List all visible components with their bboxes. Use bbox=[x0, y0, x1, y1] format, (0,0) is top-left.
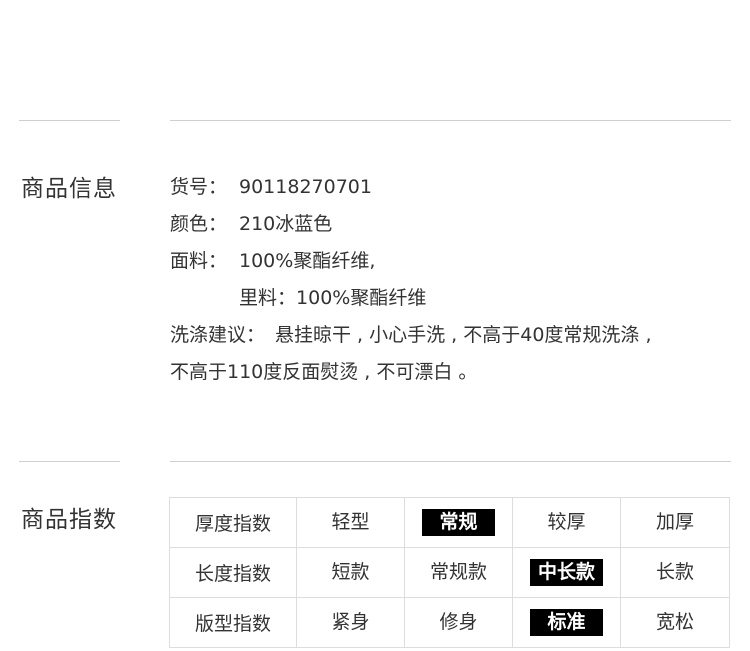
sku-row: 货号： 90118270701 bbox=[170, 170, 652, 207]
fabric-row: 面料： 100%聚酯纤维, bbox=[170, 244, 652, 281]
fabric-value: 100%聚酯纤维, bbox=[239, 250, 376, 272]
sku-value: 90118270701 bbox=[239, 176, 372, 198]
length-option-regular: 常规款 bbox=[404, 547, 513, 598]
length-option-long: 长款 bbox=[620, 547, 730, 598]
selected-badge: 常规 bbox=[422, 509, 495, 536]
divider-right-middle bbox=[170, 461, 731, 462]
fit-option-slim: 修身 bbox=[404, 597, 513, 648]
thickness-option-thicker: 较厚 bbox=[512, 497, 621, 548]
fit-index-label: 版型指数 bbox=[169, 597, 297, 648]
selected-badge: 标准 bbox=[530, 609, 603, 636]
lining-label: 里料： bbox=[239, 287, 297, 309]
color-label: 颜色： bbox=[170, 213, 228, 235]
info-section-title: 商品信息 bbox=[21, 176, 117, 202]
divider-left-top bbox=[19, 120, 120, 121]
index-table: 厚度指数 轻型 常规 较厚 加厚 长度指数 短款 常规款 中长款 长款 版型指数… bbox=[169, 497, 730, 648]
care-label: 洗涤建议： bbox=[170, 324, 266, 346]
fabric-label: 面料： bbox=[170, 250, 228, 272]
sku-label: 货号： bbox=[170, 176, 228, 198]
care-value-line-1: 悬挂晾干 , 小心手洗 , 不高于40度常规洗涤 , bbox=[275, 324, 652, 346]
length-option-mid-long: 中长款 bbox=[512, 547, 621, 598]
length-index-row: 长度指数 短款 常规款 中长款 长款 bbox=[169, 547, 730, 598]
lining-row: 里料：100%聚酯纤维 bbox=[170, 281, 652, 318]
info-list: 货号： 90118270701 颜色： 210冰蓝色 面料： 100%聚酯纤维, 里料… bbox=[170, 170, 652, 392]
fit-option-loose: 宽松 bbox=[620, 597, 730, 648]
thickness-option-light: 轻型 bbox=[296, 497, 405, 548]
care-row-continued: 不高于110度反面熨烫 , 不可漂白 。 bbox=[170, 355, 652, 392]
length-option-short: 短款 bbox=[296, 547, 405, 598]
thickness-option-thick: 加厚 bbox=[620, 497, 730, 548]
index-section-title: 商品指数 bbox=[21, 507, 117, 533]
fit-index-row: 版型指数 紧身 修身 标准 宽松 bbox=[169, 597, 730, 648]
color-value: 210冰蓝色 bbox=[239, 213, 333, 235]
care-value-line-2: 不高于110度反面熨烫 , 不可漂白 。 bbox=[170, 361, 478, 383]
thickness-index-label: 厚度指数 bbox=[169, 497, 297, 548]
thickness-index-row: 厚度指数 轻型 常规 较厚 加厚 bbox=[169, 497, 730, 548]
thickness-option-regular: 常规 bbox=[404, 497, 513, 548]
selected-badge: 中长款 bbox=[529, 559, 603, 586]
lining-value: 100%聚酯纤维 bbox=[296, 287, 427, 309]
divider-left-middle bbox=[19, 461, 120, 462]
care-row: 洗涤建议： 悬挂晾干 , 小心手洗 , 不高于40度常规洗涤 , bbox=[170, 318, 652, 355]
fit-option-standard: 标准 bbox=[512, 597, 621, 648]
length-index-label: 长度指数 bbox=[169, 547, 297, 598]
fit-option-tight: 紧身 bbox=[296, 597, 405, 648]
color-row: 颜色： 210冰蓝色 bbox=[170, 207, 652, 244]
divider-right-top bbox=[170, 120, 731, 121]
